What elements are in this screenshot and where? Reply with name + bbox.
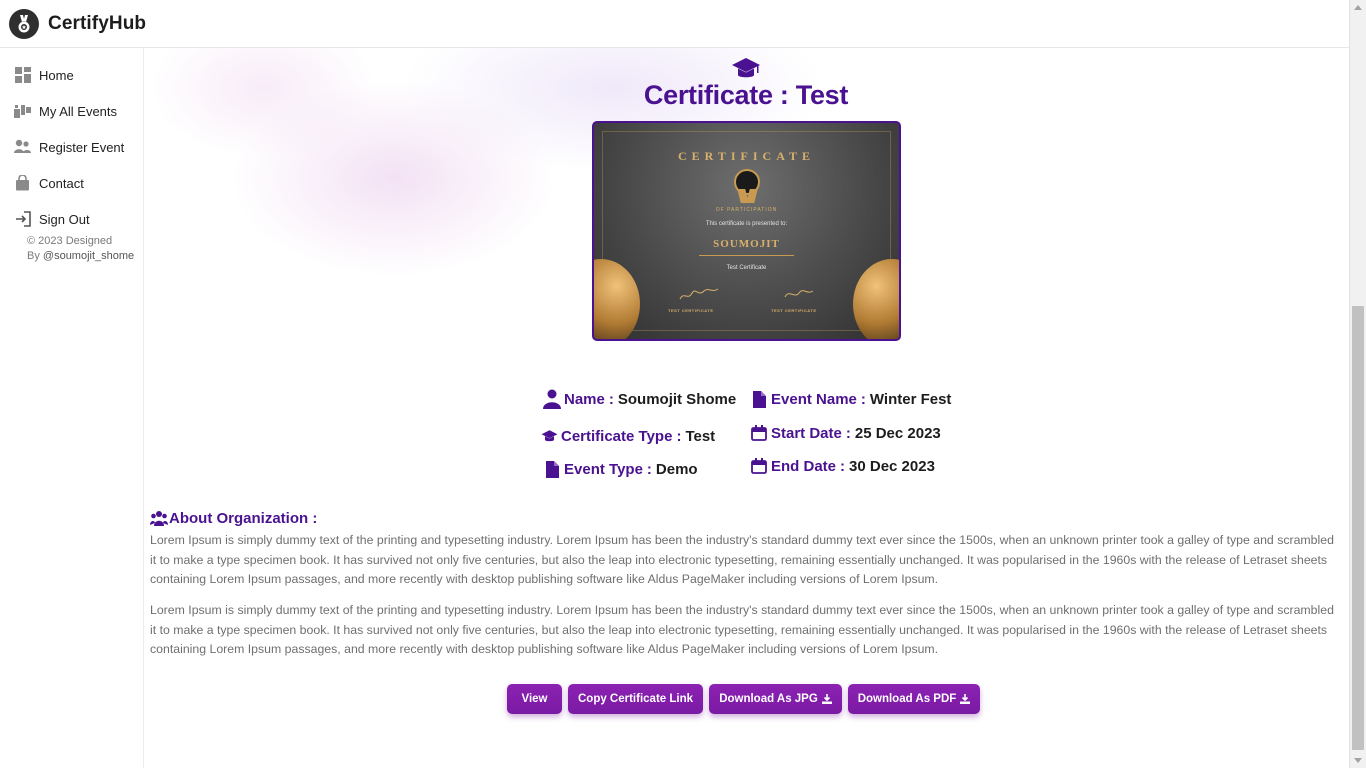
sidebar: Home My All Events Register Event Contac… <box>0 48 144 768</box>
bag-icon <box>14 175 31 192</box>
certificate-preview[interactable]: CERTIFICATE OF PARTICIPATION This certif… <box>592 121 901 341</box>
detail-end-date: End Date:30 Dec 2023 <box>750 457 935 475</box>
certificate-subheading: OF PARTICIPATION <box>715 207 778 213</box>
sidebar-item-register-event[interactable]: Register Event <box>14 135 124 159</box>
detail-value: 30 Dec 2023 <box>849 457 935 475</box>
sidebar-item-label: Home <box>39 67 74 83</box>
document-icon <box>750 390 768 408</box>
detail-event-name: Event Name: Winter Fest <box>750 390 951 408</box>
sidebar-item-contact[interactable]: Contact <box>14 171 84 195</box>
document-icon <box>543 460 561 478</box>
signature-left <box>679 288 719 300</box>
certificate-type-line: Test Certificate <box>726 265 767 271</box>
detail-value: Test <box>685 427 716 445</box>
app-brand[interactable]: CertifyHub <box>48 13 146 35</box>
sidebar-item-label: Sign Out <box>39 211 90 227</box>
sidebar-item-label: Contact <box>39 175 84 191</box>
medal-icon[interactable] <box>9 8 39 39</box>
users-icon <box>14 139 31 156</box>
user-icon <box>543 389 561 409</box>
detail-value: Demo <box>655 460 698 478</box>
about-paragraph: Lorem Ipsum is simply dummy text of the … <box>150 603 1334 656</box>
download-icon <box>821 694 832 704</box>
sidebar-item-home[interactable]: Home <box>14 63 74 87</box>
certificate-presented-to: This certificate is presented to: <box>705 221 788 227</box>
certificate-heading: CERTIFICATE <box>677 149 816 163</box>
download-icon <box>960 694 971 704</box>
detail-value: Soumojit Shome <box>617 390 737 408</box>
view-button[interactable]: View <box>507 684 562 714</box>
signature-label-left: TEST CERTIFICATE <box>668 308 714 313</box>
top-bar: CertifyHub <box>0 0 1349 48</box>
detail-event-type: Event Type: Demo <box>543 460 698 478</box>
graduation-cap-icon <box>731 56 761 82</box>
copyright: © 2023 Designed By @soumojit_shome <box>27 234 139 264</box>
certificate-recipient: SOUMOJIT <box>713 238 780 250</box>
graduation-cap-icon <box>540 427 558 445</box>
copyright-handle: @soumojit_shome <box>42 250 135 262</box>
about-heading: About Organization : <box>150 509 317 527</box>
event-icon <box>14 103 31 120</box>
about-heading-text: About Organization : <box>169 509 318 527</box>
signature-label-right: TEST CERTIFICATE <box>771 308 817 313</box>
about-paragraph: Lorem Ipsum is simply dummy text of the … <box>150 533 1334 586</box>
detail-name: Name: Soumojit Shome <box>543 389 737 409</box>
sidebar-item-label: My All Events <box>39 103 118 119</box>
copy-certificate-link-button[interactable]: Copy Certificate Link <box>568 684 703 714</box>
scroll-up-arrow-icon[interactable] <box>1354 5 1362 10</box>
scroll-down-arrow-icon[interactable] <box>1354 758 1362 763</box>
calendar-icon <box>750 424 768 442</box>
download-pdf-button[interactable]: Download As PDF <box>848 684 980 714</box>
sidebar-item-sign-out[interactable]: Sign Out <box>14 207 90 231</box>
sidebar-item-label: Register Event <box>39 139 125 155</box>
detail-value: 25 Dec 2023 <box>854 424 941 442</box>
scrollbar-thumb[interactable] <box>1352 306 1364 750</box>
grid-icon <box>14 67 31 84</box>
sidebar-item-my-all-events[interactable]: My All Events <box>14 99 117 123</box>
copyright-line: © 2023 Designed <box>27 235 113 247</box>
detail-start-date: Start Date:25 Dec 2023 <box>750 424 941 442</box>
sign-out-icon <box>14 211 31 228</box>
calendar-icon <box>750 457 768 475</box>
detail-certificate-type: Certificate Type: Test <box>540 427 715 445</box>
page-title: Certificate : Test <box>643 80 849 110</box>
copyright-byline: By @soumojit_shome <box>27 250 135 262</box>
download-jpg-button[interactable]: Download As JPG <box>709 684 842 714</box>
certificate-divider <box>699 255 794 256</box>
vertical-scrollbar[interactable] <box>1349 0 1366 768</box>
organization-icon <box>150 509 168 527</box>
detail-value: Winter Fest <box>869 390 952 408</box>
signature-right <box>784 290 814 298</box>
